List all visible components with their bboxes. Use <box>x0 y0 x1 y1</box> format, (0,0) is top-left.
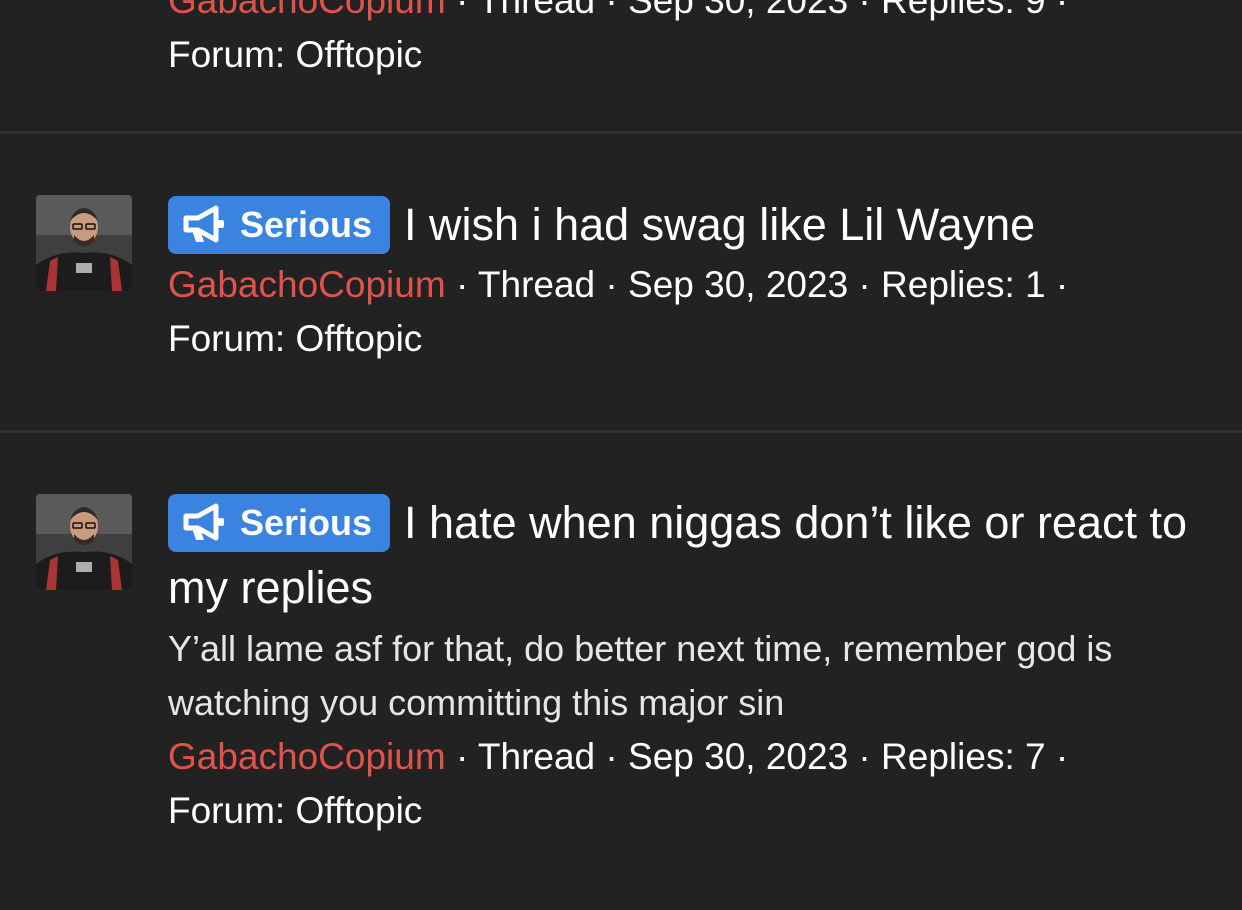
search-result-2[interactable]: Serious I hate when niggas don’t like or… <box>0 433 1242 910</box>
search-result-1[interactable]: Serious I wish i had swag like Lil Wayne… <box>0 134 1242 430</box>
avatar[interactable] <box>36 494 132 590</box>
forum-link[interactable]: Forum: Offtopic <box>168 318 422 359</box>
result-title[interactable]: Serious I hate when niggas don’t like or… <box>168 490 1212 620</box>
result-snippet: Y’all lame asf for that, do better next … <box>168 628 1113 723</box>
forum-link[interactable]: Forum: Offtopic <box>168 34 422 75</box>
reply-count: Replies: 7 <box>881 736 1046 777</box>
result-meta: GabachoCopium · Thread · Sep 30, 2023 · … <box>168 730 1212 838</box>
post-date[interactable]: Sep 30, 2023 <box>628 736 848 777</box>
result-meta: GabachoCopium · Thread · Sep 30, 2023 · … <box>168 0 1212 82</box>
meta-separator: · <box>848 264 882 305</box>
badge-label: Serious <box>240 502 373 543</box>
meta-separator: · <box>445 264 478 305</box>
post-date[interactable]: Sep 30, 2023 <box>628 264 848 305</box>
author-link[interactable]: GabachoCopium <box>168 0 446 21</box>
avatar[interactable] <box>36 195 132 291</box>
megaphone-icon <box>183 503 224 541</box>
meta-separator: · <box>595 0 629 21</box>
user-avatar-photo-icon <box>36 494 132 590</box>
forum-link[interactable]: Forum: Offtopic <box>168 790 422 831</box>
result-title[interactable]: Serious I wish i had swag like Lil Wayne <box>168 192 1212 257</box>
content-type: Thread <box>477 736 596 777</box>
meta-separator: · <box>848 736 882 777</box>
post-date[interactable]: Sep 30, 2023 <box>628 0 848 21</box>
author-link[interactable]: GabachoCopium <box>168 736 446 777</box>
megaphone-icon <box>183 205 224 243</box>
badge-label: Serious <box>240 204 373 245</box>
serious-label-badge: Serious <box>168 494 391 552</box>
reply-count: Replies: 9 <box>881 0 1046 21</box>
user-avatar-photo-icon <box>36 195 132 291</box>
serious-label-badge: Serious <box>168 196 391 254</box>
content-type: Thread <box>477 264 596 305</box>
meta-separator: · <box>445 736 478 777</box>
reply-count: Replies: 1 <box>881 264 1046 305</box>
content-type: Thread <box>477 0 596 21</box>
author-link[interactable]: GabachoCopium <box>168 264 446 305</box>
search-result-0[interactable]: GabachoCopium · Thread · Sep 30, 2023 · … <box>0 0 1242 133</box>
meta-separator: · <box>848 0 882 21</box>
meta-separator: · <box>1045 264 1069 305</box>
result-meta: GabachoCopium · Thread · Sep 30, 2023 · … <box>168 258 1212 366</box>
meta-separator: · <box>1045 0 1069 21</box>
meta-separator: · <box>1045 736 1069 777</box>
meta-separator: · <box>595 264 629 305</box>
title-text[interactable]: I wish i had swag like Lil Wayne <box>404 199 1035 250</box>
meta-separator: · <box>445 0 478 21</box>
meta-separator: · <box>595 736 629 777</box>
